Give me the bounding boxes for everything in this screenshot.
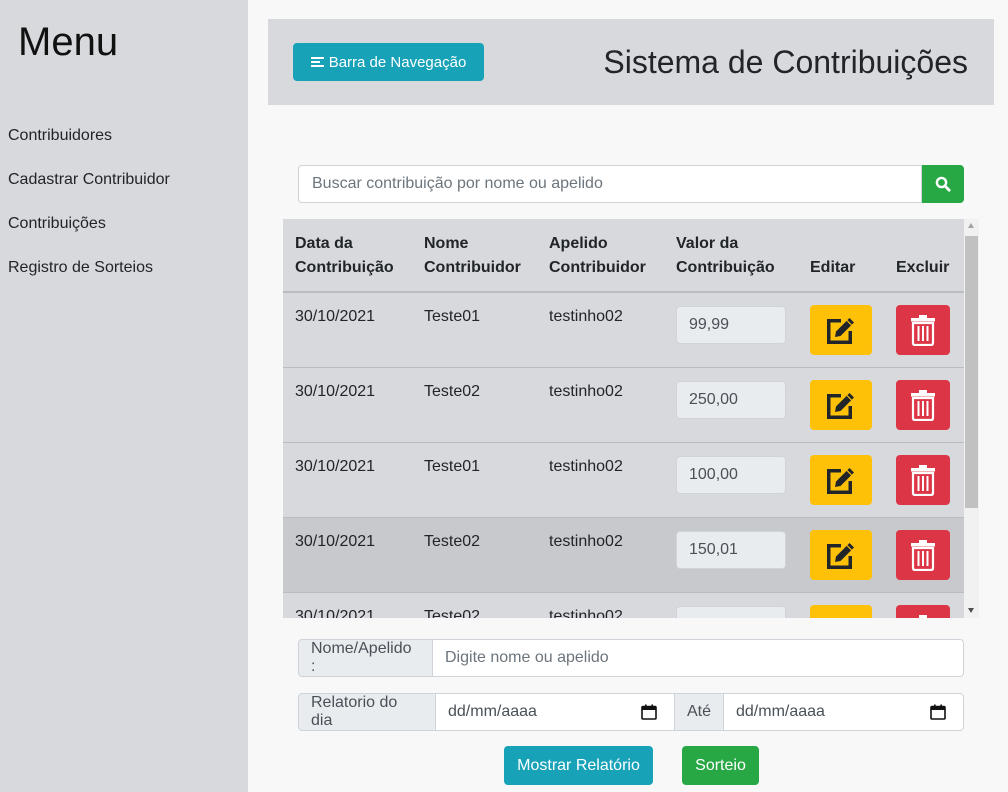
report-date-label: Relatorio do dia (298, 693, 436, 731)
name-filter-group: Nome/Apelido : (298, 639, 964, 677)
edit-button[interactable] (810, 380, 872, 430)
delete-button[interactable] (896, 530, 950, 580)
delete-button[interactable] (896, 605, 950, 618)
cell-data: 30/10/2021 (295, 383, 376, 400)
top-navbar: Barra de Navegação Sistema de Contribuiç… (268, 19, 994, 105)
date-from-input[interactable]: dd/mm/aaaa (435, 693, 675, 731)
main-content: Barra de Navegação Sistema de Contribuiç… (248, 0, 1008, 792)
calendar-icon[interactable] (930, 704, 946, 720)
trash-icon (911, 390, 935, 421)
scroll-down-arrow-icon[interactable] (968, 608, 974, 613)
edit-icon (827, 543, 854, 569)
scrollbar-thumb[interactable] (965, 236, 978, 508)
search-button[interactable] (922, 165, 964, 203)
trash-icon (911, 315, 935, 346)
cell-data: 30/10/2021 (295, 458, 376, 475)
column-header-nome: Nome Contribuidor (424, 235, 521, 276)
trash-icon (911, 465, 935, 496)
cell-apelido: testinho02 (549, 383, 623, 400)
contributions-table: Data da Contribuição Nome Contribuidor Ape… (283, 219, 979, 618)
date-from-placeholder: dd/mm/aaaa (448, 703, 537, 720)
cell-nome: Teste02 (424, 383, 481, 400)
show-report-button[interactable]: Mostrar Relatório (504, 746, 653, 785)
valor-field: 250,00 (676, 381, 786, 419)
sidebar-item-contribuidores[interactable]: Contribuidores (8, 127, 112, 145)
table-body-viewport: Data da Contribuição Nome Contribuidor Ape… (283, 219, 964, 618)
cell-nome: Teste02 (424, 608, 481, 618)
navigation-toggle-label: Barra de Navegação (328, 53, 467, 71)
table-scrollbar[interactable] (964, 219, 979, 618)
name-filter-label: Nome/Apelido : (298, 639, 433, 677)
delete-button[interactable] (896, 305, 950, 355)
scroll-up-arrow-icon[interactable] (968, 223, 974, 228)
delete-button[interactable] (896, 455, 950, 505)
column-header-editar: Editar (810, 259, 856, 276)
edit-icon (827, 393, 854, 419)
name-filter-input[interactable] (432, 639, 964, 677)
column-header-valor: Valor da Contribuição (676, 235, 775, 276)
trash-icon (919, 615, 927, 618)
column-header-data: Data da Contribuição (295, 235, 394, 276)
trash-icon (911, 540, 935, 571)
sorteio-button[interactable]: Sorteio (682, 746, 759, 785)
cell-nome: Teste01 (424, 458, 481, 475)
valor-field: 300,00 (676, 606, 786, 618)
menu-icon (310, 56, 324, 68)
delete-button[interactable] (896, 380, 950, 430)
sidebar-item-registro-sorteios[interactable]: Registro de Sorteios (8, 259, 153, 277)
table-header: Data da Contribuição Nome Contribuidor Ape… (283, 219, 964, 293)
column-header-apelido: Apelido Contribuidor (549, 235, 646, 276)
cell-apelido: testinho02 (549, 533, 623, 550)
date-to-input[interactable]: dd/mm/aaaa (723, 693, 964, 731)
cell-apelido: testinho02 (549, 308, 623, 325)
edit-button[interactable] (810, 530, 872, 580)
valor-field: 99,99 (676, 306, 786, 344)
table-row: 30/10/2021 Teste02 testinho02 250,00 (283, 368, 964, 443)
valor-field: 150,01 (676, 531, 786, 569)
cell-data: 30/10/2021 (295, 608, 376, 618)
sidebar-item-contribuicoes[interactable]: Contribuições (8, 215, 106, 233)
cell-apelido: testinho02 (549, 608, 623, 618)
cell-apelido: testinho02 (549, 458, 623, 475)
cell-data: 30/10/2021 (295, 308, 376, 325)
edit-icon (827, 318, 854, 344)
table-row: 30/10/2021 Teste01 testinho02 99,99 (283, 293, 964, 368)
sidebar: Menu Contribuidores Cadastrar Contribuid… (0, 0, 248, 792)
table-row: 30/10/2021 Teste01 testinho02 100,00 (283, 443, 964, 518)
edit-icon (824, 614, 858, 618)
date-until-label: Até (674, 693, 724, 731)
search-input[interactable] (298, 165, 922, 203)
date-range-group: Relatorio do dia dd/mm/aaaa Até dd/mm/aa… (298, 693, 964, 731)
table-row: 30/10/2021 Teste02 testinho02 150,01 (283, 518, 964, 593)
column-header-excluir: Excluir (896, 259, 950, 276)
edit-button[interactable] (810, 305, 872, 355)
sidebar-title: Menu (18, 20, 119, 64)
search-bar (298, 165, 964, 203)
edit-icon (827, 468, 854, 494)
valor-field: 100,00 (676, 456, 786, 494)
search-icon (935, 176, 951, 192)
cell-data: 30/10/2021 (295, 533, 376, 550)
edit-button[interactable] (810, 455, 872, 505)
cell-nome: Teste01 (424, 308, 481, 325)
page-title: Sistema de Contribuições (603, 44, 968, 80)
table-row: 30/10/2021 Teste02 testinho02 300,00 (283, 593, 964, 618)
calendar-icon[interactable] (641, 704, 657, 720)
date-to-placeholder: dd/mm/aaaa (736, 703, 825, 720)
navigation-toggle-button[interactable]: Barra de Navegação (293, 43, 484, 81)
sidebar-item-cadastrar-contribuidor[interactable]: Cadastrar Contribuidor (8, 171, 170, 189)
cell-nome: Teste02 (424, 533, 481, 550)
edit-button[interactable] (810, 605, 872, 618)
